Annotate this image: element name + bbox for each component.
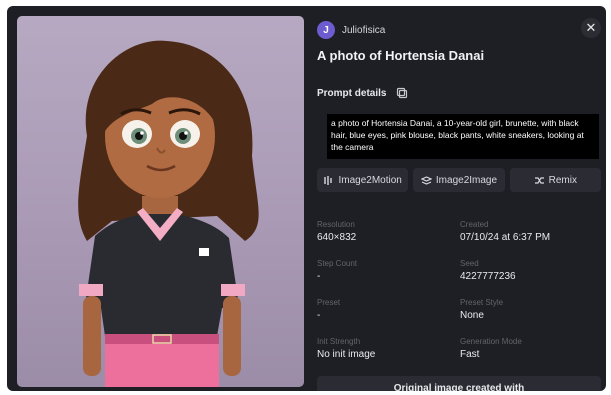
preset-field: Preset - [317, 298, 340, 321]
avatar[interactable]: J [317, 21, 335, 39]
remix-button[interactable]: Remix [509, 168, 601, 192]
preset-style-value: None [460, 310, 484, 321]
seed-label: Seed [460, 259, 479, 268]
created-label: Created [460, 220, 489, 229]
resolution-value: 640×832 [317, 232, 357, 243]
prompt-text-box: a photo of Hortensia Danai, a 10-year-ol… [327, 114, 599, 159]
close-icon: ✕ [585, 20, 597, 35]
init-strength-label: Init Strength [317, 337, 361, 346]
author-row[interactable]: J Juliofisica [317, 20, 385, 40]
image-title: A photo of Hortensia Danai [317, 48, 485, 63]
preset-style-field: Preset Style None [460, 298, 503, 321]
girl-character-illustration [78, 40, 259, 387]
prompt-text: a photo of Hortensia Danai, a 10-year-ol… [331, 118, 584, 152]
author-name[interactable]: Juliofisica [342, 25, 385, 36]
copy-icon[interactable] [396, 87, 408, 99]
created-value: 07/10/24 at 6:37 PM [460, 232, 551, 243]
prompt-details-header: Prompt details [317, 87, 408, 99]
init-strength-value: No init image [317, 349, 376, 360]
generation-mode-value: Fast [460, 349, 480, 360]
seed-value: 4227777236 [460, 271, 516, 282]
created-field: Created 07/10/24 at 6:37 PM [460, 220, 550, 243]
original-image-button[interactable]: Original image created with [317, 376, 601, 391]
generated-image[interactable] [17, 16, 304, 387]
preset-label: Preset [317, 298, 341, 307]
step-count-field: Step Count - [317, 259, 357, 282]
step-count-value: - [317, 271, 321, 282]
image2motion-label: Image2Motion [338, 174, 402, 186]
image-detail-modal: J Juliofisica ✕ A photo of Hortensia Dan… [7, 6, 606, 391]
image2image-label: Image2Image [435, 174, 498, 186]
close-button[interactable]: ✕ [581, 18, 601, 38]
remix-icon [534, 176, 544, 184]
prompt-details-label: Prompt details [317, 87, 387, 99]
step-count-label: Step Count [317, 259, 358, 268]
remix-label: Remix [548, 174, 577, 186]
image2motion-button[interactable]: Image2Motion [317, 168, 409, 192]
action-buttons: Image2Motion Image2Image Remix [317, 168, 601, 192]
preset-value: - [317, 310, 321, 321]
resolution-field: Resolution 640×832 [317, 220, 356, 243]
original-image-label: Original image created with [393, 382, 525, 392]
layers-icon [420, 175, 432, 185]
preset-style-label: Preset Style [460, 298, 504, 307]
details-panel: J Juliofisica ✕ A photo of Hortensia Dan… [317, 16, 601, 391]
init-strength-field: Init Strength No init image [317, 337, 375, 360]
generation-mode-field: Generation Mode Fast [460, 337, 522, 360]
resolution-label: Resolution [317, 220, 355, 229]
generation-mode-label: Generation Mode [460, 337, 522, 346]
motion-icon [324, 175, 333, 185]
image2image-button[interactable]: Image2Image [413, 168, 505, 192]
seed-field: Seed 4227777236 [460, 259, 516, 282]
